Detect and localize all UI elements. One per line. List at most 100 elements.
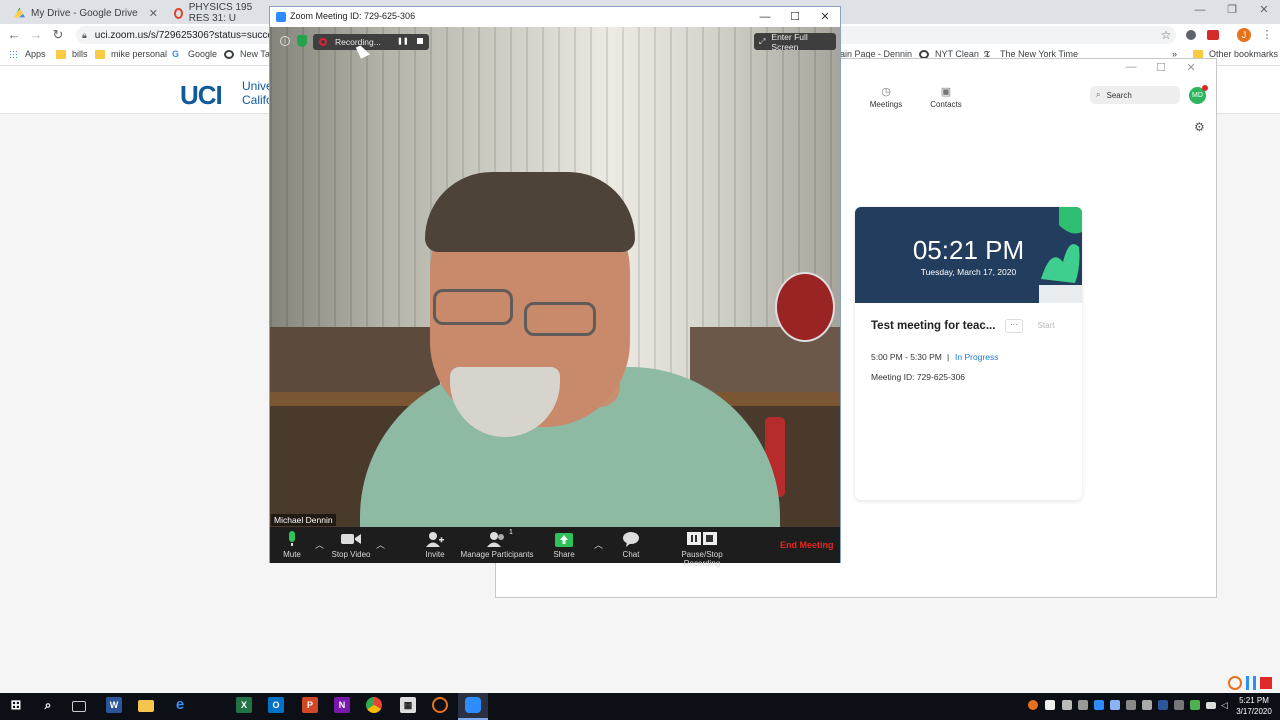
close-icon[interactable]: ✕ xyxy=(810,7,840,27)
google-icon: G xyxy=(172,48,180,59)
close-tab-icon[interactable]: ✕ xyxy=(149,7,158,20)
share-screen-button[interactable]: Share xyxy=(552,531,576,559)
tab-google-drive[interactable]: My Drive - Google Drive ✕ xyxy=(6,2,164,24)
tray-app-icon[interactable] xyxy=(1110,700,1120,710)
maximize-icon[interactable]: ☐ xyxy=(780,7,810,27)
file-explorer-icon[interactable] xyxy=(138,700,154,712)
edge-icon[interactable]: e xyxy=(172,697,188,713)
word-icon[interactable]: W xyxy=(106,697,122,713)
taskbar-clock-date[interactable]: 3/17/2020 xyxy=(1236,707,1272,716)
tab-title: PHYSICS 195 RES 31: U xyxy=(188,2,253,24)
bookmark-bills[interactable]: bills xyxy=(56,49,88,59)
back-arrow-icon[interactable]: ← xyxy=(6,27,22,43)
minimize-icon[interactable]: — xyxy=(1184,0,1216,22)
tray-app-icon[interactable] xyxy=(1190,700,1200,710)
outlook-icon[interactable]: O xyxy=(268,697,284,713)
stop-video-button[interactable]: Stop Video xyxy=(330,531,372,559)
tray-app-icon[interactable] xyxy=(1142,700,1152,710)
meeting-title: Test meeting for teac... xyxy=(871,320,996,332)
mute-label: Mute xyxy=(283,550,301,559)
restore-icon[interactable]: ❐ xyxy=(1216,0,1248,22)
zoom-meeting-window: Zoom Meeting ID: 729-625-306 — ☐ ✕ i Rec… xyxy=(269,6,841,568)
audio-options-chevron-icon[interactable]: ︿ xyxy=(315,538,324,551)
info-icon[interactable]: i xyxy=(280,36,290,46)
invite-button[interactable]: Invite xyxy=(423,531,447,559)
tray-app-icon[interactable] xyxy=(1174,700,1184,710)
fullscreen-label: Enter Full Screen xyxy=(771,31,808,52)
task-view-icon[interactable] xyxy=(72,701,86,712)
tab-physics-195[interactable]: PHYSICS 195 RES 31: U xyxy=(166,2,274,24)
search-input[interactable]: ⌕ Search xyxy=(1090,86,1180,104)
calculator-icon[interactable]: ▦ xyxy=(400,697,416,713)
tray-app-icon[interactable] xyxy=(1028,700,1038,710)
chrome-menu-icon[interactable]: ⋮ xyxy=(1260,28,1274,42)
contact-card-icon: ▣ xyxy=(940,86,952,98)
microphone-icon xyxy=(289,531,295,546)
end-meeting-button[interactable]: End Meeting xyxy=(780,540,834,550)
minimize-icon[interactable]: — xyxy=(1116,61,1146,74)
share-options-chevron-icon[interactable]: ︿ xyxy=(594,538,603,551)
google-drive-icon xyxy=(14,7,25,18)
meeting-controls-bar: Mute ︿ Stop Video ︿ Invite Manage Partic… xyxy=(270,527,840,568)
more-options-button[interactable]: ··· xyxy=(1005,319,1023,333)
nav-label: Contacts xyxy=(930,100,962,109)
volume-icon[interactable]: ◁ xyxy=(1221,700,1231,710)
close-icon[interactable]: ✕ xyxy=(1176,61,1206,74)
taskbar-zoom-active[interactable] xyxy=(458,693,488,720)
zoom-client-window-controls: — ☐ ✕ xyxy=(1116,61,1206,74)
chrome-icon[interactable] xyxy=(366,697,382,713)
meeting-status: In Progress xyxy=(955,352,999,362)
close-icon[interactable]: ✕ xyxy=(1248,0,1280,22)
onenote-icon[interactable]: N xyxy=(334,697,350,713)
profile-avatar[interactable]: J xyxy=(1237,28,1251,42)
pause-icon[interactable] xyxy=(1246,676,1256,690)
zoom-icon xyxy=(465,697,481,713)
nav-meetings[interactable]: ◷ Meetings xyxy=(856,85,916,109)
recorder-logo-icon[interactable] xyxy=(1228,676,1242,690)
powerpoint-icon[interactable]: P xyxy=(302,697,318,713)
bookmark-apps[interactable]: Apps xyxy=(9,49,46,59)
taskbar-clock-time[interactable]: 5:21 PM xyxy=(1236,696,1272,705)
search-placeholder: Search xyxy=(1106,90,1132,100)
invite-label: Invite xyxy=(425,550,445,559)
start-button[interactable]: Start xyxy=(1031,318,1061,334)
tray-word-icon[interactable] xyxy=(1158,700,1168,710)
pause-stop-recording-button[interactable]: Pause/Stop Recording xyxy=(662,531,742,568)
uci-logo[interactable]: UCI xyxy=(180,80,223,111)
pause-recording-icon[interactable]: ❚❚ xyxy=(397,37,409,45)
extension-red-icon[interactable] xyxy=(1207,30,1219,40)
battery-icon[interactable] xyxy=(1206,702,1216,709)
bookshelf-left xyxy=(270,327,440,397)
tray-zoom-icon[interactable] xyxy=(1094,700,1104,710)
tray-app-icon[interactable] xyxy=(1078,700,1088,710)
manage-participants-button[interactable]: Manage Participants xyxy=(460,531,534,559)
start-icon[interactable]: ⊞ xyxy=(8,697,24,713)
canvas-icon xyxy=(174,7,183,19)
extension-icon[interactable] xyxy=(1186,30,1196,40)
search-icon[interactable]: ⌕ xyxy=(40,697,56,713)
forward-arrow-icon[interactable]: → xyxy=(28,27,44,43)
lock-icon: 🔒︎ xyxy=(82,29,87,40)
tray-app-icon[interactable] xyxy=(1062,700,1072,710)
bookmark-star-icon[interactable]: ☆ xyxy=(1159,28,1173,42)
enter-full-screen-button[interactable]: ⤢ Enter Full Screen xyxy=(754,31,836,52)
stop-recording-icon[interactable] xyxy=(417,38,423,44)
minimize-icon[interactable]: — xyxy=(750,7,780,27)
tray-app-icon[interactable] xyxy=(1126,700,1136,710)
tray-app-icon[interactable] xyxy=(1045,700,1055,710)
mute-button[interactable]: Mute xyxy=(279,531,305,559)
stop-icon[interactable] xyxy=(1260,677,1272,689)
shield-icon[interactable] xyxy=(297,35,307,47)
chat-button[interactable]: Chat xyxy=(620,531,642,559)
reload-icon[interactable]: ↻ xyxy=(50,27,66,43)
snagit-icon[interactable] xyxy=(432,697,448,713)
gear-icon[interactable]: ⚙ xyxy=(1194,120,1205,134)
video-options-chevron-icon[interactable]: ︿ xyxy=(376,538,385,551)
bookmark-mike-personal[interactable]: mike personal xyxy=(95,49,167,59)
pause-stop-recording-label: Pause/Stop Recording xyxy=(681,550,723,568)
bookmark-new-tab[interactable]: New Tab xyxy=(224,49,275,59)
maximize-icon[interactable]: ☐ xyxy=(1146,61,1176,74)
nav-contacts[interactable]: ▣ Contacts xyxy=(916,85,976,109)
excel-icon[interactable]: X xyxy=(236,697,252,713)
bookmark-google[interactable]: G Google xyxy=(172,49,217,59)
